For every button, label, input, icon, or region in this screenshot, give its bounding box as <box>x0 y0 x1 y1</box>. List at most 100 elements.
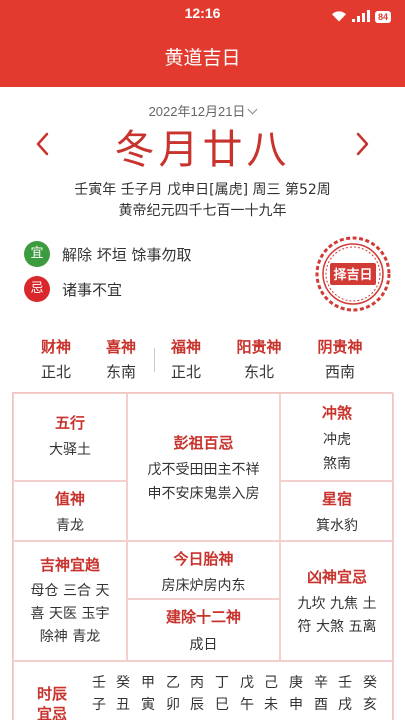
shichen-stem: 己 <box>264 675 278 691</box>
ganzhi-line: 壬寅年 壬子月 戊申日[属虎] 周三 第52周 <box>74 182 331 198</box>
seal-text: 择吉日 <box>333 267 372 283</box>
chevron-down-icon <box>247 104 258 115</box>
shichen-stem: 癸 <box>363 675 377 691</box>
shichen-branch: 午 <box>240 697 254 713</box>
shichen-branch: 子 <box>92 697 106 713</box>
cell-wuxing[interactable]: 五行 大驿土 <box>13 393 127 481</box>
status-icons: 84 <box>331 7 391 26</box>
cell-title: 吉神宜趋 <box>39 556 100 574</box>
god-yangguishen: 阳贵神 东北 <box>229 336 289 382</box>
cell-title: 时辰宜忌 <box>36 685 67 720</box>
shichen-column: 己未 <box>260 672 282 716</box>
cell-body: 成日 <box>189 637 218 653</box>
lunar-date: 冬月廿八 <box>114 127 291 173</box>
shichen-stem: 癸 <box>116 675 130 691</box>
shichen-branch: 巳 <box>215 697 229 713</box>
shichen-branch: 申 <box>289 697 303 713</box>
cell-body: 符 大煞 五离 <box>297 619 377 635</box>
shichen-stem: 壬 <box>92 675 106 691</box>
cell-chongsha[interactable]: 冲煞 冲虎 煞南 <box>280 393 394 481</box>
shichen-stem: 丙 <box>190 675 204 691</box>
battery-icon: 84 <box>374 10 391 23</box>
almanac-grid: 五行 大驿土 值神 青龙 彭祖百忌 戊不受田田主不祥 申不安床鬼祟入房 冲煞 冲… <box>12 392 394 720</box>
cell-jianchu[interactable]: 建除十二神 成日 <box>127 599 280 661</box>
seal-icon: 择吉日 <box>315 236 391 312</box>
cell-title: 凶神宜忌 <box>306 568 367 586</box>
shichen-branch: 卯 <box>166 697 180 713</box>
cell-title: 今日胎神 <box>173 550 234 568</box>
cell-body: 箕水豹 <box>316 518 358 534</box>
yi-badge: 宜 <box>24 241 50 267</box>
shichen-column: 戊午 <box>236 672 258 716</box>
yi-text: 解除 坏垣 馀事勿取 <box>62 245 192 264</box>
god-direction: 东北 <box>243 363 274 381</box>
shichen-column: 丁巳 <box>211 672 233 716</box>
shichen-column: 癸丑 <box>112 672 134 716</box>
shichen-branch: 戌 <box>338 697 352 713</box>
chevron-right-icon <box>356 132 369 156</box>
next-day-button[interactable] <box>349 129 375 159</box>
cell-body: 除神 青龙 <box>39 629 101 645</box>
shichen-column: 癸亥 <box>359 672 381 716</box>
cell-body: 申不安床鬼祟入房 <box>147 486 260 502</box>
god-name: 阳贵神 <box>236 338 282 356</box>
huangdi-era: 黄帝纪元四千七百一十九年 <box>118 203 287 219</box>
cell-body: 戊不受田田主不祥 <box>147 462 260 478</box>
title-bar: 黄道吉日 <box>0 27 405 87</box>
yiji-section: 宜 解除 坏垣 馀事勿取 忌 诸事不宜 择吉日 <box>0 230 405 330</box>
cell-title: 冲煞 <box>321 404 352 422</box>
cell-body: 母仓 三合 天 <box>30 583 110 599</box>
shichen-column: 甲寅 <box>137 672 159 716</box>
gods-directions: 财神 正北 喜神 东南 福神 正北 阳贵神 东北 阴贵神 西南 <box>0 330 405 382</box>
cell-body: 冲虎 <box>323 432 351 448</box>
god-caishen: 财神 正北 <box>26 336 86 382</box>
god-name: 福神 <box>170 338 201 356</box>
cell-body: 青龙 <box>56 518 84 534</box>
god-name: 喜神 <box>105 338 136 356</box>
cell-shichen[interactable]: 时辰宜忌 壬子 癸丑 甲寅 乙卯 丙辰 丁巳 戊午 己未 庚申 辛酉 壬戌 癸亥 <box>13 661 394 720</box>
god-name: 财神 <box>40 338 71 356</box>
cell-xingxiu[interactable]: 星宿 箕水豹 <box>280 481 394 541</box>
shichen-column: 壬戌 <box>334 672 356 716</box>
ji-row: 忌 诸事不宜 <box>24 276 122 302</box>
god-direction: 正北 <box>40 363 71 381</box>
cell-body: 九坎 九焦 土 <box>297 596 377 612</box>
cell-jishen[interactable]: 吉神宜趋 母仓 三合 天 喜 天医 玉宇 除神 青龙 <box>13 541 127 661</box>
status-bar: 12:16 84 <box>0 0 405 27</box>
shichen-branch: 辰 <box>190 697 204 713</box>
shichen-branch: 酉 <box>314 697 328 713</box>
god-direction: 正北 <box>170 363 201 381</box>
shichen-branch: 丑 <box>116 697 130 713</box>
shichen-stem: 甲 <box>141 675 155 691</box>
shichen-branch: 未 <box>264 697 278 713</box>
date-section: 2022年12月21日 冬月廿八 壬寅年 壬子月 戊申日[属虎] 周三 第52周… <box>0 87 405 227</box>
cell-xiongshen[interactable]: 凶神宜忌 九坎 九焦 土 符 大煞 五离 <box>280 541 394 661</box>
cell-title: 星宿 <box>321 490 352 508</box>
signal-icon <box>351 7 370 26</box>
shichen-branch: 亥 <box>363 697 377 713</box>
choose-auspicious-day-button[interactable]: 择吉日 <box>314 235 392 313</box>
cell-body: 大驿土 <box>49 442 91 458</box>
cell-body: 喜 天医 玉宇 <box>30 606 110 622</box>
page-title: 黄道吉日 <box>164 47 241 69</box>
cell-title: 彭祖百忌 <box>173 434 234 452</box>
god-direction: 西南 <box>324 363 355 381</box>
ji-text: 诸事不宜 <box>62 280 123 299</box>
cell-body: 房床炉房内东 <box>161 578 246 594</box>
god-direction: 东南 <box>105 363 136 381</box>
shichen-column: 辛酉 <box>310 672 332 716</box>
cell-taishen[interactable]: 今日胎神 房床炉房内东 <box>127 541 280 599</box>
cell-zhishen[interactable]: 值神 青龙 <box>13 481 127 541</box>
god-yinguishen: 阴贵神 西南 <box>310 336 370 382</box>
god-name: 阴贵神 <box>317 338 363 356</box>
cell-body: 煞南 <box>323 456 351 472</box>
cell-title: 五行 <box>54 414 85 432</box>
shichen-branch: 寅 <box>141 697 155 713</box>
wifi-icon <box>331 7 347 26</box>
cell-pengzu[interactable]: 彭祖百忌 戊不受田田主不祥 申不安床鬼祟入房 <box>127 393 280 541</box>
shichen-column: 壬子 <box>88 672 110 716</box>
shichen-stem: 戊 <box>240 675 254 691</box>
shichen-stem: 壬 <box>338 675 352 691</box>
shichen-stem: 辛 <box>314 675 328 691</box>
god-fushen: 福神 正北 <box>156 336 216 382</box>
